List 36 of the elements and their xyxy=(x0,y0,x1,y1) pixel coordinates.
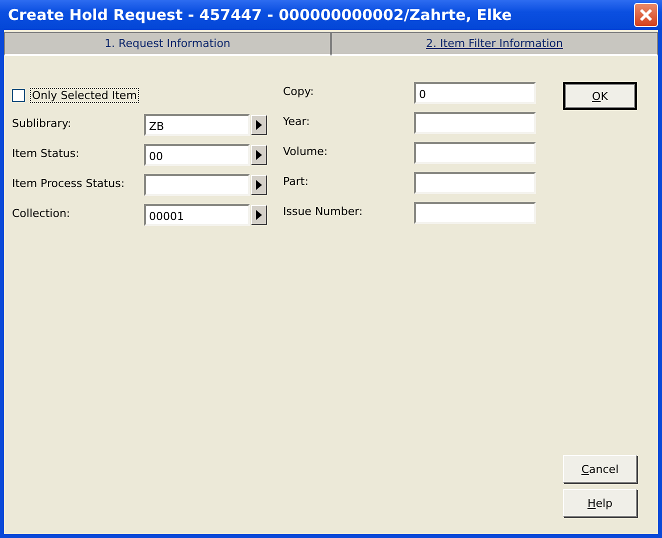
tab[interactable]: 2. Item Filter Information xyxy=(331,32,658,56)
help-button[interactable]: Help xyxy=(563,489,637,517)
field-label: Sublibrary: xyxy=(12,116,72,130)
window-title: Create Hold Request - 457447 - 000000000002/Zahrte, Elke xyxy=(8,6,512,24)
close-button[interactable] xyxy=(634,3,658,27)
field-label: Item Status: xyxy=(12,146,80,160)
dropdown-button[interactable] xyxy=(251,175,267,195)
arrow-right-icon xyxy=(256,150,262,160)
dropdown-button[interactable] xyxy=(251,145,267,165)
checkbox[interactable] xyxy=(12,88,25,102)
input-field[interactable]: 0 xyxy=(414,82,536,104)
field-label: Year: xyxy=(283,114,311,128)
input-field[interactable] xyxy=(414,172,536,194)
input-field[interactable]: ZB xyxy=(144,114,250,136)
input-field[interactable]: 00001 xyxy=(144,204,250,226)
tab[interactable]: 1. Request Information xyxy=(4,32,331,56)
input-field[interactable] xyxy=(414,202,536,224)
input-field[interactable] xyxy=(414,112,536,134)
cancel-button[interactable]: Cancel xyxy=(563,455,637,483)
field-label: Volume: xyxy=(283,144,329,158)
arrow-right-icon xyxy=(256,210,262,220)
input-field[interactable] xyxy=(414,142,536,164)
field-label: Issue Number: xyxy=(283,204,364,218)
close-icon xyxy=(639,8,653,22)
arrow-right-icon xyxy=(256,120,262,130)
field-label: Item Process Status: xyxy=(12,176,126,190)
input-field[interactable] xyxy=(144,174,250,196)
field-label: Collection: xyxy=(12,206,72,220)
dropdown-button[interactable] xyxy=(251,205,267,225)
dropdown-button[interactable] xyxy=(251,115,267,135)
arrow-right-icon xyxy=(256,180,262,190)
checkbox-label[interactable]: Only Selected Item xyxy=(30,88,139,102)
field-label: Copy: xyxy=(283,84,315,98)
field-label: Part: xyxy=(283,174,310,188)
ok-button[interactable]: OK xyxy=(563,82,637,110)
input-field[interactable]: 00 xyxy=(144,144,250,166)
